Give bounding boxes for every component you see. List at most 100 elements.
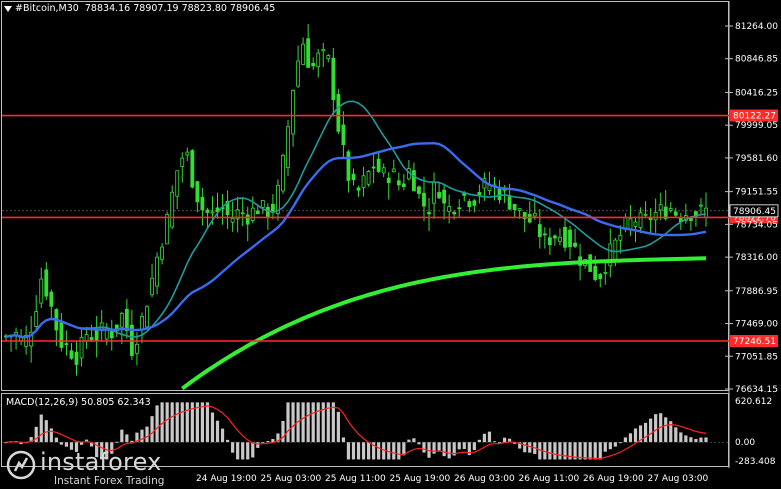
candle-body xyxy=(653,212,658,221)
macd-bar xyxy=(54,437,58,443)
candle-body xyxy=(165,214,170,245)
candle-body xyxy=(69,350,74,359)
candle-body xyxy=(427,212,431,215)
candle-body xyxy=(311,62,316,67)
chart-header: #Bitcoin,M30 78834.16 78907.19 78823.80 … xyxy=(4,3,275,14)
candle-body xyxy=(472,200,477,206)
candle-body xyxy=(250,207,255,221)
candle-body xyxy=(74,351,79,365)
macd-bar xyxy=(457,442,461,450)
price-axis-label: 79151.55 xyxy=(735,188,778,198)
macd-bar xyxy=(462,442,466,449)
price-axis-label: 77051.85 xyxy=(735,352,778,362)
macd-bar xyxy=(306,402,310,443)
macd-bar xyxy=(684,435,688,443)
candle-body xyxy=(553,235,557,239)
macd-bar xyxy=(291,402,295,443)
macd-bar xyxy=(311,402,315,443)
macd-bar xyxy=(472,442,476,450)
candle-body xyxy=(457,207,462,210)
candle-body xyxy=(537,224,542,238)
time-axis-labels: 24 Aug 19:00 25 Aug 03:00 25 Aug 11:00 25 A… xyxy=(196,474,708,484)
macd-bar xyxy=(336,411,340,443)
macd-bar xyxy=(210,412,215,443)
macd-bar xyxy=(623,437,628,443)
candle-body xyxy=(331,57,336,101)
candle-body xyxy=(568,229,572,248)
candle-body xyxy=(119,312,124,328)
price-tag-label: 78906.45 xyxy=(733,207,776,217)
price-candles xyxy=(4,23,708,376)
macd-bar xyxy=(356,442,361,460)
macd-bar xyxy=(39,414,43,443)
symbol-label: #Bitcoin,M30 xyxy=(15,3,79,14)
candle-body xyxy=(150,277,154,296)
macd-header: MACD(12,26,9) 50.805 62.343 xyxy=(6,397,151,408)
macd-bar xyxy=(643,422,648,443)
candle-body xyxy=(140,316,144,330)
ma-blue-line xyxy=(5,141,707,339)
macd-bar xyxy=(321,402,325,443)
price-axis-label: 77469.00 xyxy=(735,320,778,330)
macd-bar xyxy=(528,442,532,453)
macd-bar xyxy=(563,442,567,460)
macd-bar xyxy=(447,442,451,459)
macd-bar xyxy=(654,414,658,443)
candle-body xyxy=(200,196,205,211)
instaforex-logo-icon xyxy=(6,450,36,480)
macd-bar xyxy=(477,439,481,443)
macd-bar xyxy=(231,442,235,453)
macd-bar xyxy=(215,420,220,443)
macd-bar xyxy=(553,442,557,460)
macd-bar xyxy=(548,442,552,460)
time-axis-label: 24 Aug 19:00 xyxy=(196,474,257,484)
macd-bar xyxy=(613,442,617,447)
candle-body xyxy=(260,200,265,208)
macd-bar xyxy=(165,402,169,443)
candle-body xyxy=(673,211,678,216)
candle-body xyxy=(396,180,401,186)
macd-axis-label: 620.612 xyxy=(735,397,772,407)
trading-chart[interactable]: 80122.2778822.7077246.5178906.45 81264.0… xyxy=(0,0,781,489)
candle-body xyxy=(49,291,54,307)
candle-body xyxy=(205,209,210,213)
macd-bar xyxy=(150,416,154,443)
macd-bar xyxy=(558,442,562,460)
candle-body xyxy=(563,226,567,248)
macd-bar xyxy=(633,428,638,443)
candle-body xyxy=(452,211,457,215)
candle-body xyxy=(633,221,638,227)
candle-body xyxy=(175,170,180,197)
time-axis-label: 26 Aug 11:00 xyxy=(519,474,580,484)
candle-body xyxy=(412,170,416,192)
candle-body xyxy=(512,203,517,211)
candle-body xyxy=(558,236,562,242)
candle-body xyxy=(59,320,64,348)
candle-body xyxy=(155,256,159,287)
macd-bar xyxy=(200,402,205,443)
candle-body xyxy=(124,308,129,332)
candle-body xyxy=(507,196,512,210)
candle-body xyxy=(618,234,623,241)
price-axis-label: 78734.05 xyxy=(735,220,778,230)
candle-body xyxy=(336,94,341,132)
macd-bar xyxy=(664,417,668,443)
dropdown-triangle-icon[interactable] xyxy=(4,5,12,12)
time-axis-label: 27 Aug 03:00 xyxy=(648,474,709,484)
candle-body xyxy=(442,189,447,204)
candle-body xyxy=(542,233,547,236)
macd-bar xyxy=(281,420,285,443)
price-axis-label: 78316.00 xyxy=(735,253,778,263)
macd-bar xyxy=(170,402,174,443)
macd-bar xyxy=(598,442,602,460)
candle-body xyxy=(417,186,421,194)
macd-bar xyxy=(583,442,587,460)
candle-body xyxy=(422,192,426,207)
candle-body xyxy=(160,246,165,260)
price-axis-label: 77886.95 xyxy=(735,287,778,297)
candle-body xyxy=(286,126,290,168)
macd-bar xyxy=(351,442,356,460)
price-tag-label: 80122.27 xyxy=(733,112,776,122)
macd-bar xyxy=(487,431,492,443)
macd-bar xyxy=(432,442,436,454)
